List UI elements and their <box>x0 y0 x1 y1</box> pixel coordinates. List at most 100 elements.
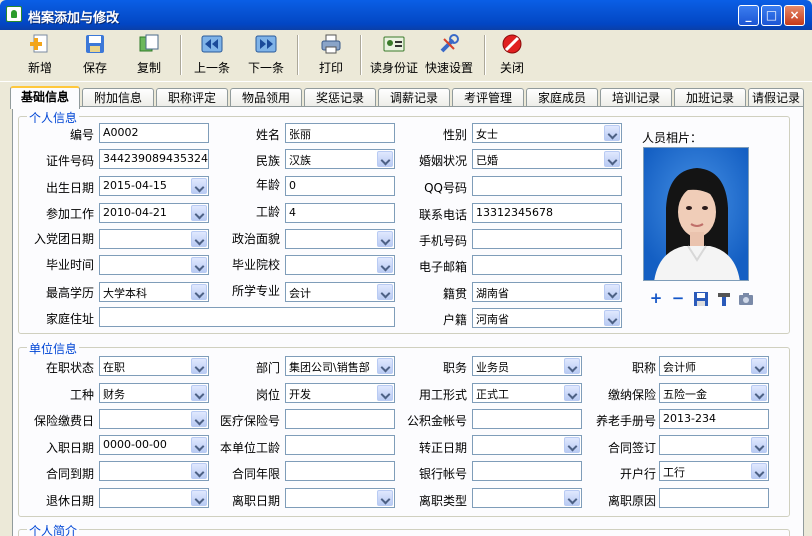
tab-leave[interactable]: 请假记录 <box>748 88 804 108</box>
close-window-button[interactable]: × <box>784 5 805 26</box>
tab-assessment[interactable]: 考评管理 <box>452 88 524 108</box>
chevron-down-icon[interactable] <box>564 490 580 506</box>
gender-select[interactable]: 女士 <box>472 123 622 143</box>
camera-icon[interactable] <box>738 291 754 307</box>
medical-number-field[interactable] <box>285 409 395 429</box>
chevron-down-icon[interactable] <box>191 437 207 453</box>
chevron-down-icon[interactable] <box>377 231 393 247</box>
chevron-down-icon[interactable] <box>191 178 207 194</box>
position-select[interactable]: 业务员 <box>472 356 582 376</box>
id-field[interactable]: A0002 <box>99 123 209 143</box>
chevron-down-icon[interactable] <box>564 437 580 453</box>
tab-training[interactable]: 培训记录 <box>600 88 672 108</box>
read-id-card-button[interactable]: 读身份证 <box>368 33 420 77</box>
tab-item-requisition[interactable]: 物品领用 <box>230 88 302 108</box>
close-button[interactable]: 关闭 <box>496 33 528 77</box>
household-select[interactable]: 河南省 <box>472 308 622 328</box>
maximize-button[interactable]: □ <box>761 5 782 26</box>
education-select[interactable]: 大学本科 <box>99 282 209 302</box>
title-select[interactable]: 会计师 <box>659 356 769 376</box>
chevron-down-icon[interactable] <box>191 284 207 300</box>
leave-reason-field[interactable] <box>659 488 769 508</box>
work-start-picker[interactable]: 2010-04-21 <box>99 203 209 223</box>
tab-additional-info[interactable]: 附加信息 <box>82 88 154 108</box>
chevron-down-icon[interactable] <box>604 125 620 141</box>
chevron-down-icon[interactable] <box>191 463 207 479</box>
leave-type-select[interactable] <box>472 488 582 508</box>
contract-years-field[interactable] <box>285 461 395 481</box>
print-button[interactable]: 打印 <box>315 33 347 77</box>
native-place-select[interactable]: 湖南省 <box>472 282 622 302</box>
marital-select[interactable]: 已婚 <box>472 149 622 169</box>
chevron-down-icon[interactable] <box>191 231 207 247</box>
tab-family[interactable]: 家庭成员 <box>526 88 598 108</box>
leave-date-picker[interactable] <box>285 488 395 508</box>
next-button[interactable]: 下一条 <box>246 33 286 77</box>
add-button[interactable]: 新增 <box>24 33 56 77</box>
political-select[interactable] <box>285 229 395 249</box>
major-select[interactable]: 会计 <box>285 282 395 302</box>
chevron-down-icon[interactable] <box>377 151 393 167</box>
bank-select[interactable]: 工行 <box>659 461 769 481</box>
chevron-down-icon[interactable] <box>377 358 393 374</box>
tools-icon[interactable] <box>716 291 732 307</box>
company-seniority-field[interactable] <box>285 435 395 455</box>
bank-account-field[interactable] <box>472 461 582 481</box>
employment-status-select[interactable]: 在职 <box>99 356 209 376</box>
save-button[interactable]: 保存 <box>79 33 111 77</box>
phone-field[interactable]: 13312345678 <box>472 203 622 223</box>
save-photo-icon[interactable] <box>693 291 709 307</box>
chevron-down-icon[interactable] <box>564 358 580 374</box>
confirmation-date-picker[interactable] <box>472 435 582 455</box>
chevron-down-icon[interactable] <box>191 411 207 427</box>
minimize-button[interactable]: _ <box>738 5 759 26</box>
chevron-down-icon[interactable] <box>564 385 580 401</box>
id-number-field[interactable]: 344239089435324 <box>99 149 209 169</box>
tab-salary-adjust[interactable]: 调薪记录 <box>378 88 450 108</box>
chevron-down-icon[interactable] <box>377 385 393 401</box>
chevron-down-icon[interactable] <box>377 257 393 273</box>
name-field[interactable]: 张丽 <box>285 123 395 143</box>
employment-form-select[interactable]: 正式工 <box>472 383 582 403</box>
chevron-down-icon[interactable] <box>191 490 207 506</box>
chevron-down-icon[interactable] <box>751 385 767 401</box>
birthdate-picker[interactable]: 2015-04-15 <box>99 176 209 196</box>
prev-button[interactable]: 上一条 <box>192 33 232 77</box>
chevron-down-icon[interactable] <box>604 284 620 300</box>
address-field[interactable] <box>99 307 395 327</box>
seniority-field[interactable]: 4 <box>285 203 395 223</box>
chevron-down-icon[interactable] <box>191 385 207 401</box>
chevron-down-icon[interactable] <box>191 358 207 374</box>
mobile-field[interactable] <box>472 229 622 249</box>
chevron-down-icon[interactable] <box>751 358 767 374</box>
post-select[interactable]: 开发 <box>285 383 395 403</box>
chevron-down-icon[interactable] <box>751 463 767 479</box>
email-field[interactable] <box>472 255 622 275</box>
tab-overtime[interactable]: 加班记录 <box>674 88 746 108</box>
insurance-select[interactable]: 五险一金 <box>659 383 769 403</box>
contract-expiry-picker[interactable] <box>99 461 209 481</box>
chevron-down-icon[interactable] <box>191 205 207 221</box>
copy-button[interactable]: 复制 <box>133 33 165 77</box>
tab-rewards-penalties[interactable]: 奖惩记录 <box>304 88 376 108</box>
insurance-pay-date-picker[interactable] <box>99 409 209 429</box>
ethnicity-select[interactable]: 汉族 <box>285 149 395 169</box>
tab-title-evaluation[interactable]: 职称评定 <box>156 88 228 108</box>
contract-signed-picker[interactable] <box>659 435 769 455</box>
chevron-down-icon[interactable] <box>604 310 620 326</box>
chevron-down-icon[interactable] <box>604 151 620 167</box>
graduation-date-picker[interactable] <box>99 255 209 275</box>
tab-basic-info[interactable]: 基础信息 <box>10 86 80 109</box>
chevron-down-icon[interactable] <box>377 284 393 300</box>
hire-date-picker[interactable]: 0000-00-00 <box>99 435 209 455</box>
job-type-select[interactable]: 财务 <box>99 383 209 403</box>
department-select[interactable]: 集团公司\销售部 <box>285 356 395 376</box>
chevron-down-icon[interactable] <box>377 490 393 506</box>
qq-field[interactable] <box>472 176 622 196</box>
quick-settings-button[interactable]: 快速设置 <box>423 33 475 77</box>
pension-number-field[interactable]: 2013-234 <box>659 409 769 429</box>
party-date-picker[interactable] <box>99 229 209 249</box>
age-field[interactable]: 0 <box>285 176 395 196</box>
plus-icon[interactable]: + <box>648 291 664 307</box>
housing-fund-field[interactable] <box>472 409 582 429</box>
